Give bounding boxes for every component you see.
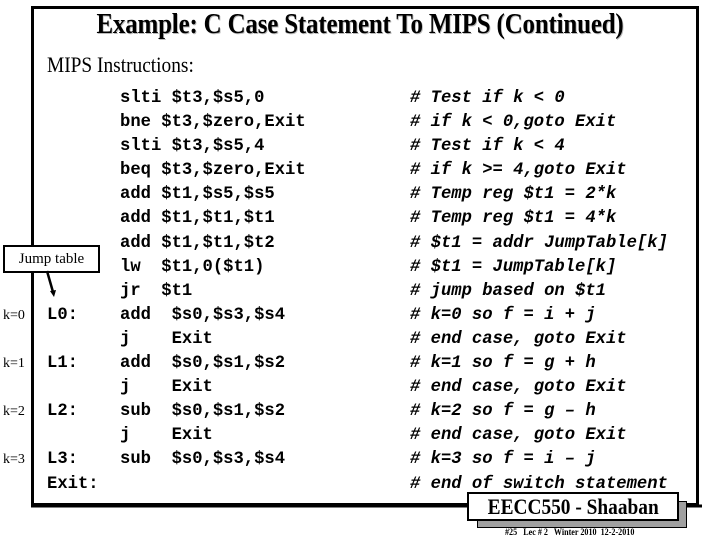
frame-bottom-connector	[31, 504, 702, 508]
slide-footer: #25 Lec # 2 Winter 2010 12-2-2010	[505, 527, 635, 537]
